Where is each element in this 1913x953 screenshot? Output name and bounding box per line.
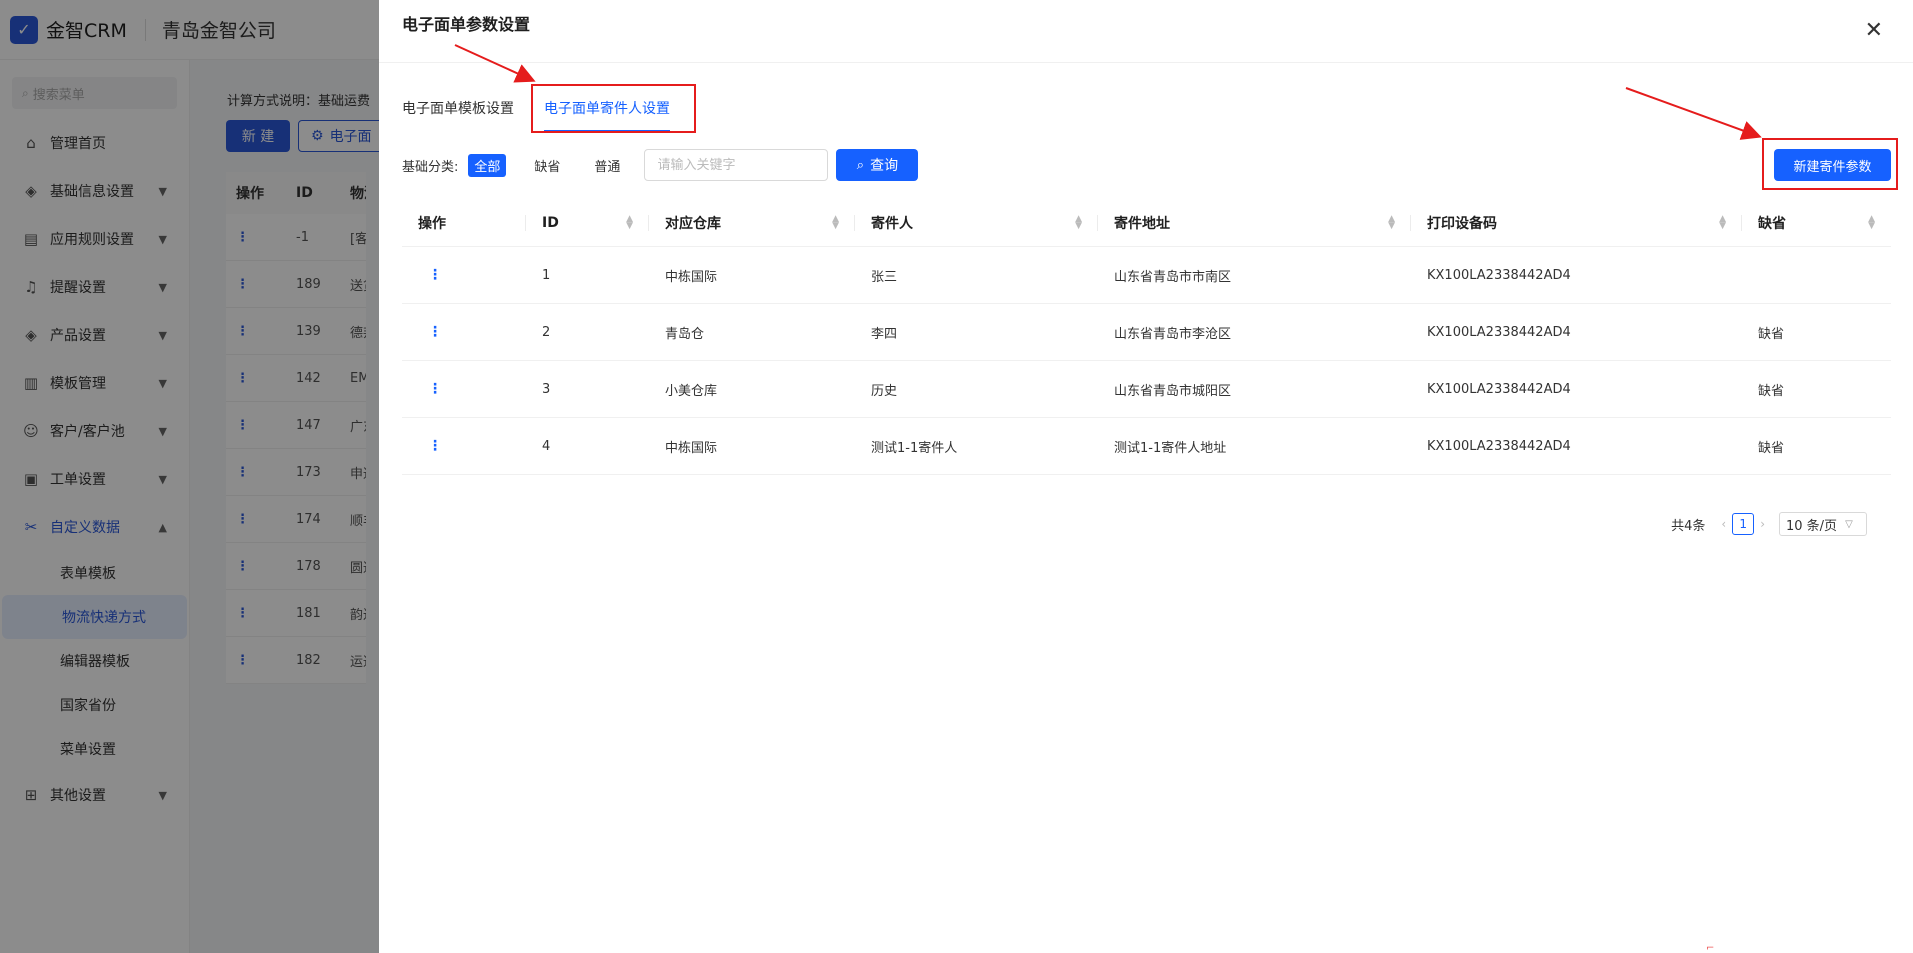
cell-address: 山东省青岛市市南区 xyxy=(1114,269,1232,285)
filter-label: 基础分类: xyxy=(402,159,459,175)
column-header-address[interactable]: 寄件地址 ▲ ▼ xyxy=(1098,199,1411,247)
cell-address: 测试1-1寄件人地址 xyxy=(1114,440,1227,456)
cell-device-code: KX100LA2338442AD4 xyxy=(1427,324,1571,340)
column-header-label: 操作 xyxy=(418,215,446,232)
prev-page-icon[interactable]: ‹ xyxy=(1721,517,1726,531)
column-header-op: 操作 xyxy=(402,199,526,247)
next-page-icon[interactable]: › xyxy=(1760,517,1765,531)
table-row: ⋮ 3 小美仓库 历史 山东省青岛市城阳区 KX100LA2338442AD4 缺省 xyxy=(402,361,1891,418)
cell-default: 缺省 xyxy=(1758,440,1785,456)
table-row: ⋮ 4 中栋国际 测试1-1寄件人 测试1-1寄件人地址 KX100LA2338442AD… xyxy=(402,418,1891,475)
table-row: ⋮ 1 中栋国际 张三 山东省青岛市市南区 KX100LA2338442AD4 xyxy=(402,247,1891,304)
cell-address: 山东省青岛市城阳区 xyxy=(1114,383,1232,399)
column-header-sender[interactable]: 寄件人 ▲ ▼ xyxy=(855,199,1098,247)
sort-icon[interactable]: ▲ ▼ xyxy=(1075,214,1082,230)
query-button[interactable]: ⌕ 查询 xyxy=(836,149,919,181)
close-icon[interactable]: ✕ xyxy=(1865,18,1883,43)
annotation-box-new-button xyxy=(1762,138,1898,190)
query-button-label: 查询 xyxy=(870,158,899,174)
cell-device-code: KX100LA2338442AD4 xyxy=(1427,438,1571,454)
tab-template-settings[interactable]: 电子面单模板设置 xyxy=(402,82,514,132)
cell-address: 山东省青岛市李沧区 xyxy=(1114,326,1232,342)
more-actions-icon[interactable]: ⋮ xyxy=(402,324,526,340)
cell-warehouse: 小美仓库 xyxy=(665,383,718,399)
cell-default: 缺省 xyxy=(1758,326,1785,342)
annotation-box-sender-tab xyxy=(531,84,696,133)
column-header-label: 寄件人 xyxy=(871,215,913,232)
cell-device-code: KX100LA2338442AD4 xyxy=(1427,267,1571,283)
sort-icon[interactable]: ▲ ▼ xyxy=(1868,214,1875,230)
cell-warehouse: 中栋国际 xyxy=(665,440,718,456)
cell-id: 1 xyxy=(542,267,551,283)
column-header-label: 寄件地址 xyxy=(1114,215,1170,232)
cell-sender: 历史 xyxy=(871,383,898,399)
cell-id: 4 xyxy=(542,438,551,454)
sort-icon[interactable]: ▲ ▼ xyxy=(1719,214,1726,230)
filter-row: 基础分类: 全部 缺省 普通 ⌕查询 新建寄件参数 xyxy=(402,149,1913,181)
page-size-value: 10 条/页 xyxy=(1786,518,1838,534)
cell-default: 缺省 xyxy=(1758,383,1785,399)
table-row: ⋮ 2 青岛仓 李四 山东省青岛市李沧区 KX100LA2338442AD4 缺省 xyxy=(402,304,1891,361)
cell-sender: 测试1-1寄件人 xyxy=(871,440,958,456)
sort-icon[interactable]: ▲ ▼ xyxy=(626,214,633,230)
page-size-select[interactable]: 10 条/页 ▽ xyxy=(1779,512,1867,536)
sort-icon[interactable]: ▲ ▼ xyxy=(1388,214,1395,230)
cell-sender: 李四 xyxy=(871,326,898,342)
column-header-label: ID xyxy=(542,214,559,231)
column-header-label: 缺省 xyxy=(1758,215,1786,232)
column-header-label: 打印设备码 xyxy=(1427,215,1497,232)
pagination-total: 共4条 xyxy=(1671,518,1706,534)
chip-default[interactable]: 缺省 xyxy=(528,154,566,177)
column-header-id[interactable]: ID ▲ ▼ xyxy=(526,199,649,247)
corner-mark-icon: ⌐ xyxy=(1706,943,1715,953)
column-header-warehouse[interactable]: 对应仓库 ▲ ▼ xyxy=(649,199,855,247)
cell-warehouse: 中栋国际 xyxy=(665,269,718,285)
keyword-input[interactable] xyxy=(644,149,829,181)
search-icon: ⌕ xyxy=(856,157,865,173)
more-actions-icon[interactable]: ⋮ xyxy=(402,438,526,454)
cell-warehouse: 青岛仓 xyxy=(665,326,705,342)
more-actions-icon[interactable]: ⋮ xyxy=(402,267,526,283)
more-actions-icon[interactable]: ⋮ xyxy=(402,381,526,397)
cell-device-code: KX100LA2338442AD4 xyxy=(1427,381,1571,397)
cell-id: 2 xyxy=(542,324,551,340)
sort-icon[interactable]: ▲ ▼ xyxy=(832,214,839,230)
chip-all[interactable]: 全部 xyxy=(468,153,507,177)
table-header: 操作 ID ▲ ▼ 对应仓库 ▲ ▼ 寄件人 ▲ ▼ 寄件地址 ▲ ▼ 打印设备码 ▲ ▼ 缺省 ▲ ▼ xyxy=(402,199,1891,247)
chip-normal[interactable]: 普通 xyxy=(588,154,626,177)
drawer-title: 电子面单参数设置 xyxy=(402,15,531,34)
page-number[interactable]: 1 xyxy=(1732,513,1755,535)
ewb-settings-drawer: 电子面单参数设置 ✕ 电子面单模板设置 电子面单寄件人设置 基础分类: 全部 缺… xyxy=(379,0,1913,953)
sender-table: 操作 ID ▲ ▼ 对应仓库 ▲ ▼ 寄件人 ▲ ▼ 寄件地址 ▲ ▼ 打印设备码 ▲ ▼ 缺省 ▲ ▼… xyxy=(402,199,1891,475)
chevron-down-icon: ▽ xyxy=(1845,518,1853,530)
cell-sender: 张三 xyxy=(871,269,898,285)
cell-id: 3 xyxy=(542,381,551,397)
drawer-header: 电子面单参数设置 ✕ xyxy=(379,0,1913,63)
column-header-device[interactable]: 打印设备码 ▲ ▼ xyxy=(1411,199,1742,247)
column-header-label: 对应仓库 xyxy=(665,215,721,232)
pagination: 共4条 ‹ 1 › 10 条/页 ▽ xyxy=(1671,512,1867,536)
column-header-default[interactable]: 缺省 ▲ ▼ xyxy=(1742,199,1891,247)
